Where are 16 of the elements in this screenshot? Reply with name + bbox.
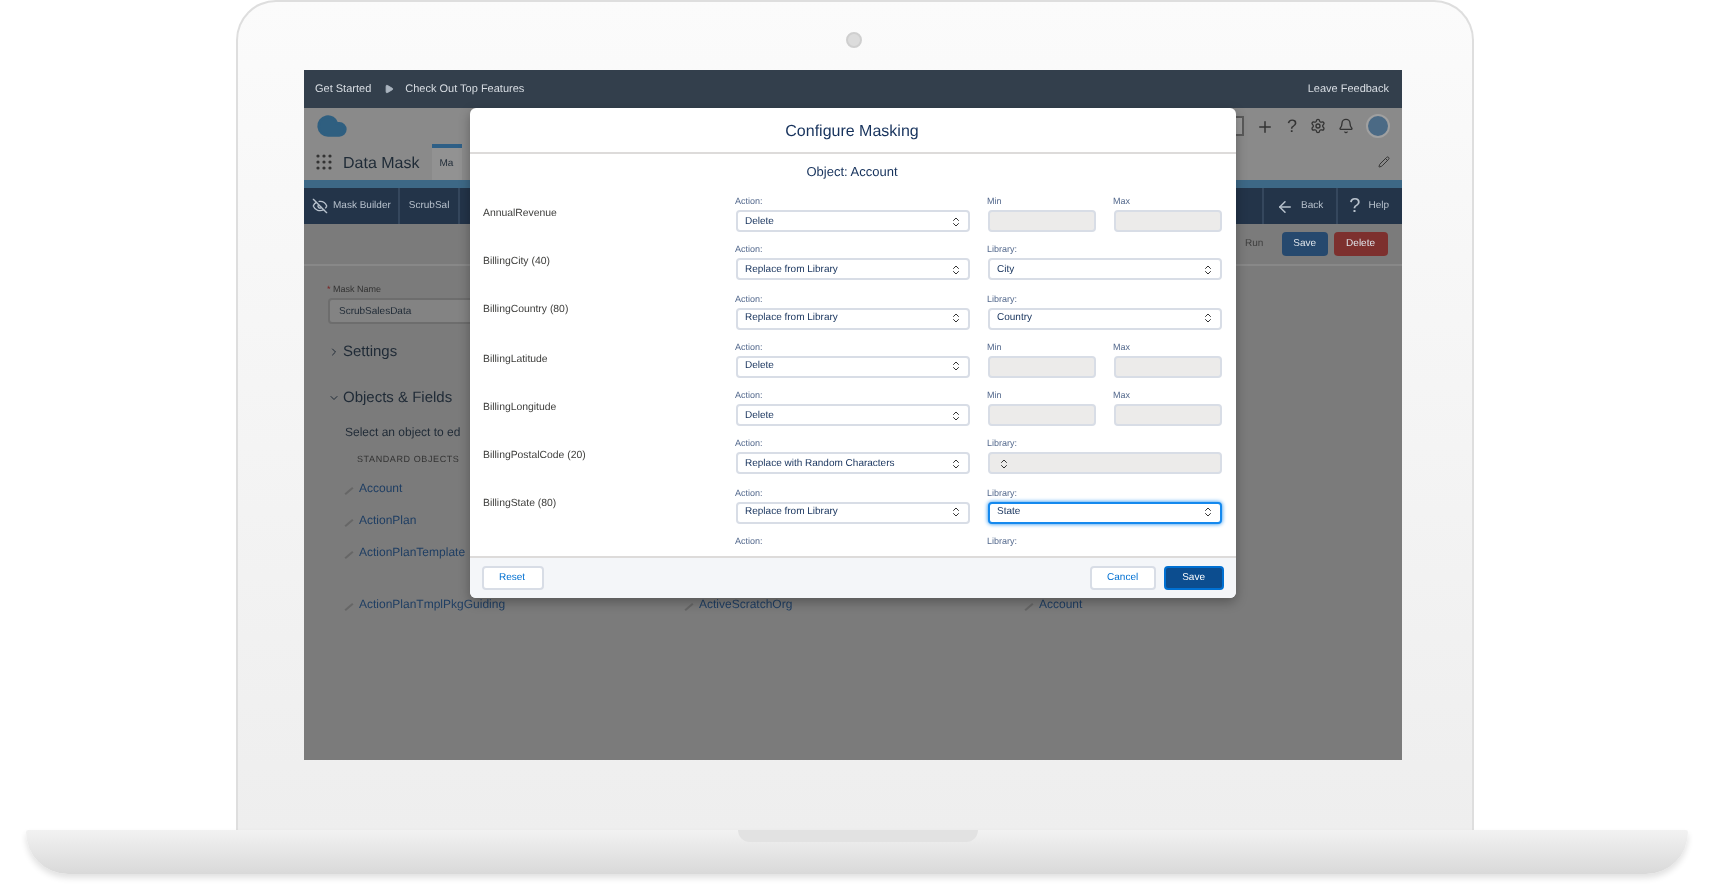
- modal-title: Configure Masking: [785, 121, 919, 139]
- plus-icon: [1256, 117, 1275, 135]
- chevron-down-icon: [327, 391, 339, 403]
- arrow-left-icon: [1275, 197, 1294, 215]
- app-name: Data Mask: [343, 153, 420, 171]
- bell-icon: [1337, 118, 1353, 134]
- camera-dot: [846, 32, 862, 48]
- cloud-logo-icon: [315, 110, 347, 142]
- avatar-icon[interactable]: [1365, 114, 1389, 138]
- pencil-icon: [1377, 156, 1389, 168]
- triangle-icon: [383, 84, 394, 94]
- settings-icon: [1309, 118, 1325, 134]
- chevron-right-icon: [327, 345, 339, 357]
- app-grid-icon[interactable]: [315, 154, 331, 170]
- help-icon[interactable]: ?: [1286, 116, 1297, 136]
- eye-slash-icon: [311, 198, 327, 214]
